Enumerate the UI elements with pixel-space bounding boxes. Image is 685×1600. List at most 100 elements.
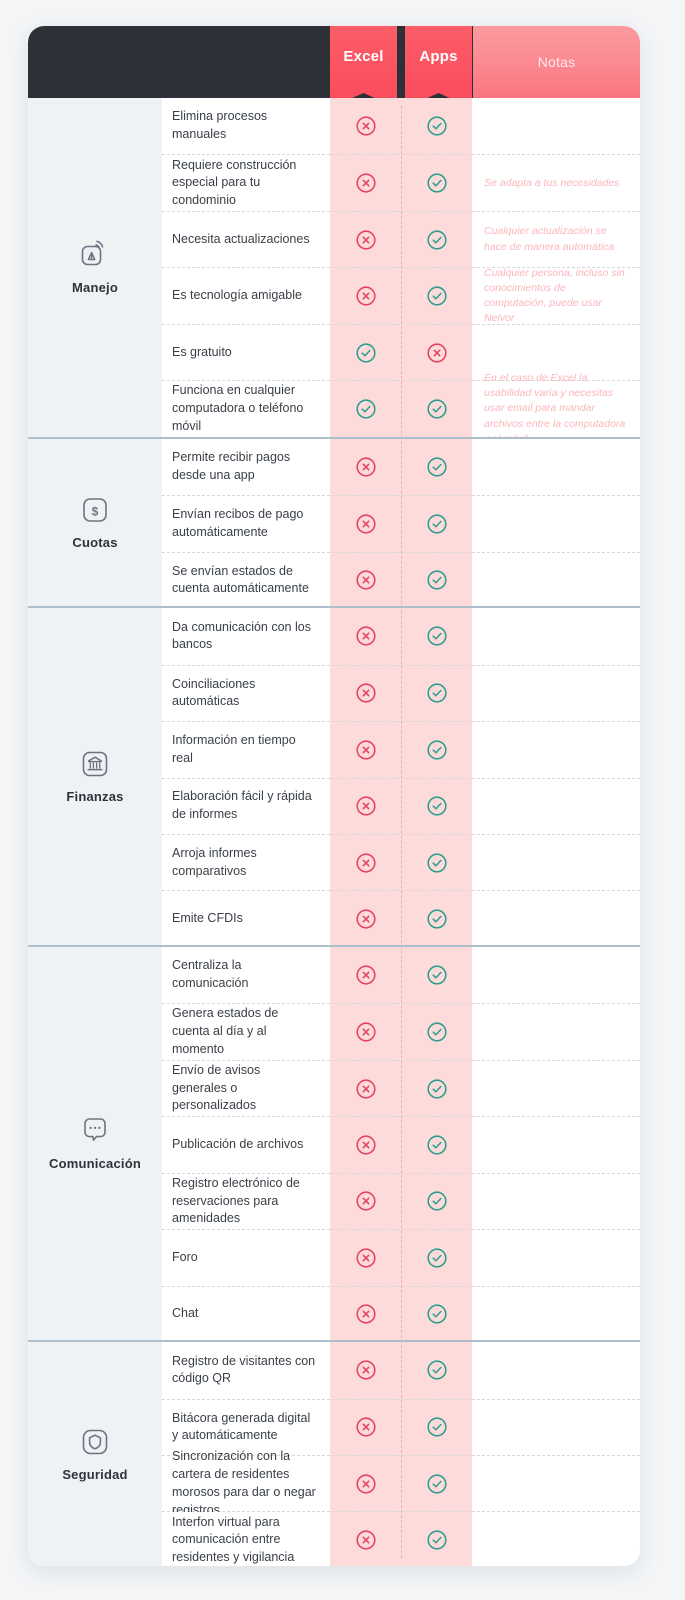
apps-cell bbox=[401, 1512, 472, 1566]
excel-cell bbox=[330, 325, 401, 380]
apps-cell bbox=[401, 1117, 472, 1172]
table-row: Da comunicación con los bancos bbox=[162, 608, 640, 665]
table-row: Interfon virtual para comunicación entre… bbox=[162, 1511, 640, 1566]
cross-icon bbox=[355, 173, 376, 193]
section-rows: Permite recibir pagos desde una app Envía… bbox=[162, 438, 640, 609]
check-icon bbox=[426, 1360, 447, 1380]
apps-cell bbox=[401, 381, 472, 436]
note-cell bbox=[472, 1342, 640, 1399]
note-cell bbox=[472, 946, 640, 1004]
section-name: Seguridad bbox=[62, 1466, 128, 1482]
feature-cell: Se envían estados de cuenta automáticame… bbox=[162, 552, 330, 609]
shield-square-icon bbox=[82, 1429, 108, 1454]
excel-cell bbox=[330, 947, 401, 1003]
excel-cell bbox=[330, 666, 401, 721]
note-cell bbox=[472, 1004, 640, 1060]
check-icon bbox=[426, 965, 447, 985]
cross-icon bbox=[355, 796, 376, 816]
note-cell bbox=[472, 1117, 640, 1173]
check-icon bbox=[426, 1417, 447, 1437]
apps-cell bbox=[401, 666, 472, 721]
cross-icon bbox=[355, 1360, 376, 1380]
excel-cell bbox=[330, 155, 401, 210]
note-cell bbox=[472, 1230, 640, 1286]
feature-label: Necesita actualizaciones bbox=[172, 231, 310, 246]
apps-cell bbox=[401, 1456, 472, 1511]
apps-cell bbox=[401, 722, 472, 777]
table-row: Chat bbox=[162, 1285, 640, 1343]
table-row: Genera estados de cuenta al día y al mom… bbox=[162, 1003, 640, 1060]
feature-cell: Requiere construcción especial para tu c… bbox=[162, 155, 330, 211]
feature-label: Publicación de archivos bbox=[172, 1137, 304, 1152]
excel-cell bbox=[330, 1230, 401, 1285]
excel-cell bbox=[330, 1342, 401, 1398]
feature-label: Foro bbox=[172, 1250, 198, 1265]
section-rows: Centraliza la comunicación Genera estados… bbox=[162, 946, 640, 1343]
check-icon bbox=[426, 1022, 447, 1042]
note-cell: Se adapta a tus necesidades bbox=[472, 155, 640, 211]
check-icon bbox=[426, 1304, 447, 1324]
feature-label: Genera estados de cuenta al día y al mom… bbox=[172, 1006, 279, 1056]
note-label: Cualquier actualización se hace de maner… bbox=[484, 225, 615, 253]
feature-label: Arroja informes comparativos bbox=[172, 845, 257, 878]
table-row: Información en tiempo real bbox=[162, 721, 640, 778]
apps-cell bbox=[401, 268, 472, 323]
cross-icon bbox=[355, 1417, 376, 1437]
apps-cell bbox=[401, 155, 472, 210]
feature-cell: Chat bbox=[162, 1286, 330, 1343]
section-comunicacion: Comunicación Centraliza la comunicación Ge… bbox=[28, 944, 640, 1343]
table-row: Publicación de archivos bbox=[162, 1116, 640, 1173]
table-row: Necesita actualizaciones Cualquier actual… bbox=[162, 210, 640, 268]
section-seguridad: Seguridad Registro de visitantes con códi… bbox=[28, 1340, 640, 1566]
apps-cell bbox=[401, 1004, 472, 1059]
note-cell: Cualquier actualización se hace de maner… bbox=[472, 211, 640, 268]
excel-cell bbox=[330, 722, 401, 777]
cross-icon bbox=[355, 1191, 376, 1212]
check-icon bbox=[426, 1135, 447, 1155]
cross-icon bbox=[355, 1078, 376, 1099]
excel-cell bbox=[330, 891, 401, 946]
feature-label: Interfon virtual para comunicación entre… bbox=[172, 1514, 295, 1565]
feature-cell: Información en tiempo real bbox=[162, 722, 330, 778]
cross-icon bbox=[355, 286, 376, 306]
feature-cell: Funciona en cualquier computadora o telé… bbox=[162, 381, 330, 437]
note-cell bbox=[472, 778, 640, 834]
feature-label: Envían recibos de pago automáticamente bbox=[172, 507, 304, 539]
table-row: Foro bbox=[162, 1229, 640, 1286]
feature-label: Coinciliaciones automáticas bbox=[172, 676, 256, 709]
cross-icon bbox=[355, 116, 376, 136]
note-cell bbox=[472, 608, 640, 665]
note-label: En el caso de Excel la usabilidad varía … bbox=[484, 371, 626, 445]
feature-label: Se envían estados de cuenta automáticame… bbox=[172, 563, 309, 596]
feature-cell: Envían recibos de pago automáticamente bbox=[162, 496, 330, 552]
section-manejo: Manejo Elimina procesos manuales Requiere … bbox=[28, 98, 640, 445]
apps-cell bbox=[401, 1342, 472, 1398]
apps-cell bbox=[401, 947, 472, 1003]
check-icon bbox=[426, 853, 447, 873]
feature-cell: Permite recibir pagos desde una app bbox=[162, 438, 330, 496]
note-cell bbox=[472, 98, 640, 155]
feature-cell: Elimina procesos manuales bbox=[162, 98, 330, 155]
feature-label: Elimina procesos manuales bbox=[172, 109, 268, 142]
feature-label: Registro de visitantes con código QR bbox=[172, 1353, 316, 1386]
excel-cell bbox=[330, 835, 401, 890]
section-name: Manejo bbox=[72, 279, 118, 295]
section-label-seguridad: Seguridad bbox=[28, 1342, 162, 1566]
table-row: Registro de visitantes con código QR bbox=[162, 1342, 640, 1399]
feature-label: Bitácora generada digital y automáticame… bbox=[172, 1410, 311, 1443]
table-row: Elimina procesos manuales bbox=[162, 98, 640, 155]
feature-label: Envío de avisos generales o personalizad… bbox=[172, 1062, 261, 1113]
feature-label: Emite CFDIs bbox=[172, 911, 243, 926]
table-row: Envían recibos de pago automáticamente bbox=[162, 495, 640, 552]
feature-cell: Bitácora generada digital y automáticame… bbox=[162, 1399, 330, 1456]
check-icon bbox=[426, 230, 447, 250]
apps-cell bbox=[401, 835, 472, 890]
table-row: Sincronización con la cartera de residen… bbox=[162, 1449, 640, 1517]
excel-cell bbox=[330, 496, 401, 551]
check-icon bbox=[426, 1530, 447, 1550]
excel-cell bbox=[330, 1174, 401, 1229]
section-name: Comunicación bbox=[49, 1156, 141, 1172]
note-cell bbox=[472, 438, 640, 496]
section-cuotas: $ Cuotas Permite recibir pagos desde una a… bbox=[28, 436, 640, 609]
note-cell bbox=[472, 1512, 640, 1566]
